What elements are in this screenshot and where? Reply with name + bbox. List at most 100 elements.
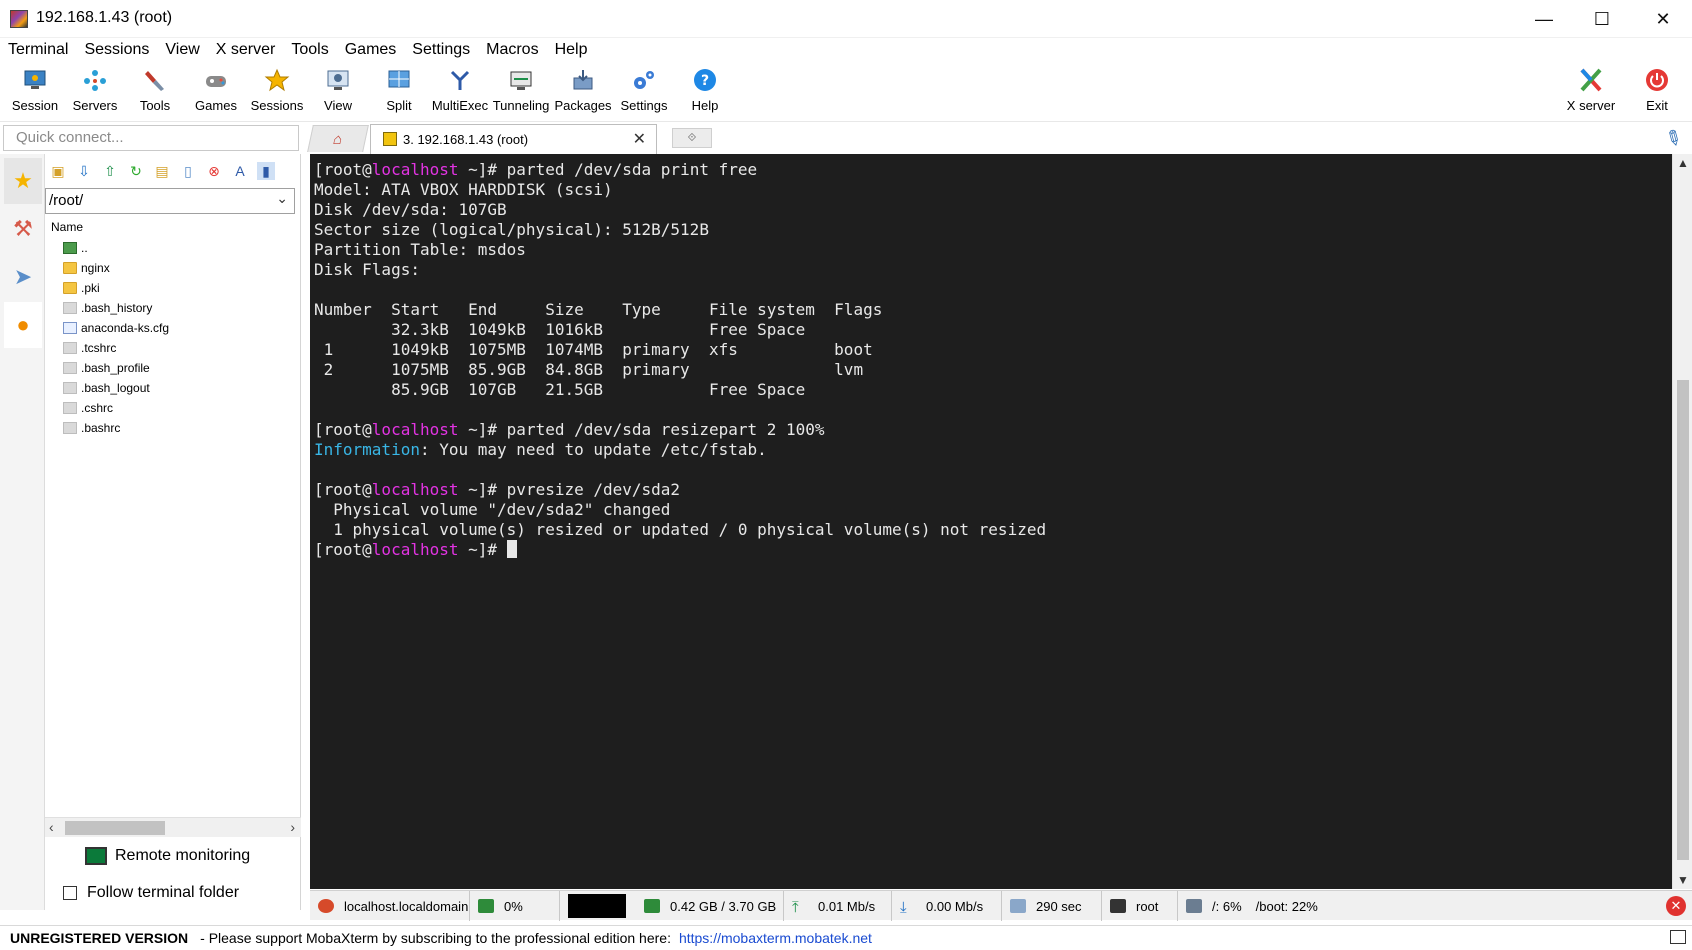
terminal-line: Physical volume "/dev/sda2" changed xyxy=(314,500,1672,520)
terminal-vertical-scrollbar[interactable]: ▲ ▼ xyxy=(1672,154,1692,889)
sftp-toolbar: ▣ ⇩ ⇧ ↻ ▤ ▯ ⊗ A ▮ xyxy=(45,158,301,184)
file-name: .bash_history xyxy=(81,301,153,315)
status-uptime: 290 sec xyxy=(1002,891,1102,921)
permissions-icon[interactable]: ▮ xyxy=(257,162,275,180)
new-folder-icon[interactable]: ▤ xyxy=(153,162,171,180)
remote-monitoring-button[interactable]: Remote monitoring xyxy=(85,842,295,870)
file-row[interactable]: .. xyxy=(63,238,293,258)
tab-close-icon[interactable]: ✕ xyxy=(633,129,646,149)
file-name: nginx xyxy=(81,261,110,275)
split-button[interactable]: Split xyxy=(366,64,432,120)
file-row[interactable]: .bashrc xyxy=(63,418,293,438)
upload-icon[interactable]: ⇧ xyxy=(101,162,119,180)
upload-arrow-icon: ⤒ xyxy=(792,899,799,916)
servers-button[interactable]: Servers xyxy=(62,64,128,120)
sftp-file-list: .. nginx .pki .bash_history anaconda-ks.cfg.… xyxy=(63,238,293,438)
file-icon xyxy=(63,342,77,354)
sftp-path-field[interactable]: /root/ ⌄ xyxy=(45,188,295,214)
scrollbar-thumb[interactable] xyxy=(1677,380,1689,860)
multiexec-icon xyxy=(447,68,473,92)
sidebar-tab-tools[interactable]: ⚒ xyxy=(4,206,42,252)
file-row[interactable]: .bash_profile xyxy=(63,358,293,378)
column-header-name[interactable]: Name xyxy=(51,220,83,234)
menu-terminal[interactable]: Terminal xyxy=(0,41,76,59)
terminal-line: Number Start End Size Type File system F… xyxy=(314,300,1672,320)
download-icon[interactable]: ⇩ xyxy=(75,162,93,180)
help-button[interactable]: ? Help xyxy=(672,64,738,120)
terminal-line: Disk /dev/sda: 107GB xyxy=(314,200,1672,220)
menu-settings[interactable]: Settings xyxy=(404,41,478,59)
tools-button[interactable]: Tools xyxy=(122,64,188,120)
menu-help[interactable]: Help xyxy=(547,41,596,59)
prompt-user: [root@ xyxy=(314,160,372,179)
mobaxterm-link[interactable]: https://mobaxterm.mobatek.net xyxy=(679,930,872,946)
terminal-output[interactable]: [root@localhost ~]# parted /dev/sda prin… xyxy=(310,154,1672,889)
file-row[interactable]: .cshrc xyxy=(63,398,293,418)
file-icon xyxy=(63,362,77,374)
checkbox-box[interactable] xyxy=(63,886,77,900)
tab-session-3[interactable]: 3. 192.168.1.43 (root) ✕ xyxy=(370,124,657,154)
power-icon xyxy=(1644,68,1670,92)
chevron-down-icon[interactable]: ⌄ xyxy=(276,190,288,207)
session-button[interactable]: Session xyxy=(2,64,68,120)
close-button[interactable]: ✕ xyxy=(1634,0,1692,38)
file-row[interactable]: .tcshrc xyxy=(63,338,293,358)
home-tab[interactable]: ⌂ xyxy=(307,125,369,152)
view-icon xyxy=(325,68,351,92)
menu-sessions[interactable]: Sessions xyxy=(76,41,157,59)
scroll-right-icon[interactable]: › xyxy=(290,819,295,835)
sidebar-tab-sftp[interactable]: ➤ xyxy=(4,254,42,300)
follow-terminal-folder-checkbox[interactable]: Follow terminal folder xyxy=(63,882,239,904)
tunneling-button[interactable]: Tunneling xyxy=(488,64,554,120)
minimize-button[interactable]: — xyxy=(1515,0,1573,38)
games-button[interactable]: Games xyxy=(183,64,249,120)
sidebar-tab-macros[interactable]: ● xyxy=(4,302,42,348)
file-row[interactable]: .bash_logout xyxy=(63,378,293,398)
parent-folder-icon[interactable]: ▣ xyxy=(49,162,67,180)
menu-tools[interactable]: Tools xyxy=(283,41,336,59)
horizontal-scrollbar[interactable]: ‹ › xyxy=(45,817,301,837)
scroll-up-icon[interactable]: ▲ xyxy=(1677,156,1689,170)
terminal-line: 85.9GB 107GB 21.5GB Free Space xyxy=(314,380,1672,400)
exit-button[interactable]: Exit xyxy=(1624,64,1690,120)
view-button[interactable]: View xyxy=(305,64,371,120)
file-row[interactable]: anaconda-ks.cfg xyxy=(63,318,293,338)
scroll-left-icon[interactable]: ‹ xyxy=(49,819,54,835)
quick-connect-input[interactable]: Quick connect... xyxy=(3,125,299,151)
file-row[interactable]: nginx xyxy=(63,258,293,278)
sessions-button[interactable]: Sessions xyxy=(244,64,310,120)
file-row[interactable]: .pki xyxy=(63,278,293,298)
terminal-line: 1 1049kB 1075MB 1074MB primary xfs boot xyxy=(314,340,1672,360)
new-file-icon[interactable]: ▯ xyxy=(179,162,197,180)
delete-icon[interactable]: ⊗ xyxy=(205,162,223,180)
globe-icon: ● xyxy=(16,312,30,337)
output-text: Partition Table: msdos xyxy=(314,240,526,259)
xserver-button[interactable]: X server xyxy=(1558,64,1624,120)
sidebar-tab-sessions[interactable]: ★ xyxy=(4,158,42,204)
rename-icon[interactable]: A xyxy=(231,162,249,180)
terminal-line: 32.3kB 1049kB 1016kB Free Space xyxy=(314,320,1672,340)
prompt-host: localhost xyxy=(371,160,459,179)
status-close-icon[interactable]: ✕ xyxy=(1666,896,1686,916)
refresh-icon[interactable]: ↻ xyxy=(127,162,145,180)
terminal-line: Partition Table: msdos xyxy=(314,240,1672,260)
settings-button[interactable]: Settings xyxy=(611,64,677,120)
file-icon xyxy=(63,302,77,314)
paperclip-icon[interactable]: ✎ xyxy=(1660,123,1687,153)
menu-view[interactable]: View xyxy=(157,41,207,59)
help-icon: ? xyxy=(692,68,718,92)
scrollbar-thumb[interactable] xyxy=(65,821,165,835)
maximize-button[interactable]: ☐ xyxy=(1573,0,1631,38)
file-row[interactable]: .bash_history xyxy=(63,298,293,318)
prompt-user: [root@ xyxy=(314,420,372,439)
scroll-down-icon[interactable]: ▼ xyxy=(1677,873,1689,887)
menu-games[interactable]: Games xyxy=(337,41,405,59)
multiexec-button[interactable]: MultiExec xyxy=(427,64,493,120)
packages-button[interactable]: Packages xyxy=(550,64,616,120)
menu-macros[interactable]: Macros xyxy=(478,41,546,59)
menu-xserver[interactable]: X server xyxy=(208,41,284,59)
terminal-line: [root@localhost ~]# parted /dev/sda resi… xyxy=(314,420,1672,440)
file-name: .pki xyxy=(81,281,100,295)
new-tab-button[interactable]: ⟐ xyxy=(672,128,712,148)
terminal-cursor xyxy=(506,540,517,558)
